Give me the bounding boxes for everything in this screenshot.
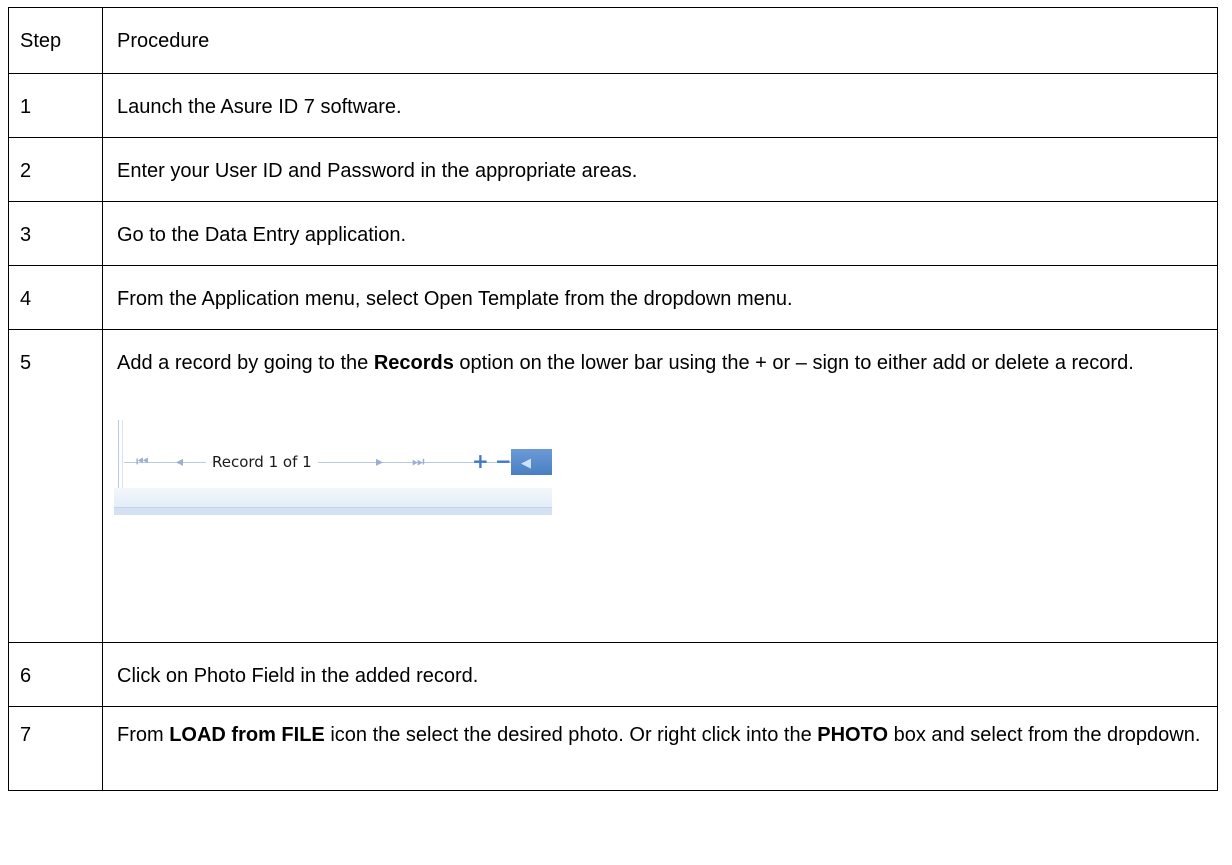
text-segment: Add a record by going to the: [117, 352, 374, 374]
text-segment: option on the lower bar using the + or –…: [453, 352, 1134, 374]
text-segment: From: [117, 724, 170, 746]
header-procedure-label: Procedure: [117, 30, 210, 52]
next-record-icon[interactable]: ▸: [376, 451, 383, 473]
text-segment: icon the select the desired photo. Or ri…: [324, 724, 818, 746]
header-step-label: Step: [20, 30, 62, 52]
step-number: 6: [20, 665, 32, 687]
procedure-text: Go to the Data Entry application.: [117, 224, 407, 246]
bold-term-photo: PHOTO: [817, 724, 889, 746]
table-row: 3 Go to the Data Entry application.: [8, 201, 1218, 266]
step-cell: 2: [8, 137, 103, 202]
record-count-label: Record 1 of 1: [206, 451, 318, 473]
table-row: 6 Click on Photo Field in the added reco…: [8, 642, 1218, 707]
procedure-text: Enter your User ID and Password in the a…: [117, 160, 638, 182]
table-header-row: Step Procedure: [8, 7, 1218, 74]
bold-term-load-from-file: LOAD from FILE: [169, 724, 325, 746]
procedure-text: Click on Photo Field in the added record…: [117, 665, 479, 687]
table-row: 1 Launch the Asure ID 7 software.: [8, 73, 1218, 138]
procedure-text: From the Application menu, select Open T…: [117, 288, 793, 310]
step-number: 1: [20, 96, 32, 118]
panel-border: [118, 420, 119, 492]
step-number: 2: [20, 160, 32, 182]
table-row: 5 Add a record by going to the Records o…: [8, 329, 1218, 643]
record-navigator-screenshot: ⏮ ◂ Record 1 of 1 ▸ ⏭ + − ◀: [114, 420, 552, 515]
procedure-text: From LOAD from FILE icon the select the …: [117, 707, 1205, 747]
previous-record-icon[interactable]: ◂: [176, 451, 183, 473]
procedure-cell: Go to the Data Entry application.: [102, 201, 1218, 266]
step-cell: 1: [8, 73, 103, 138]
step-cell: 6: [8, 642, 103, 707]
step-cell: 3: [8, 201, 103, 266]
procedure-cell: Launch the Asure ID 7 software.: [102, 73, 1218, 138]
step-number: 3: [20, 224, 32, 246]
header-step-cell: Step: [8, 7, 103, 74]
procedure-cell: Add a record by going to the Records opt…: [102, 329, 1218, 643]
last-record-icon[interactable]: ⏭: [412, 451, 425, 473]
step-cell: 7: [8, 706, 103, 791]
panel-border: [122, 420, 123, 492]
procedure-text: Launch the Asure ID 7 software.: [117, 96, 402, 118]
step-cell: 4: [8, 265, 103, 330]
procedure-cell: Enter your User ID and Password in the a…: [102, 137, 1218, 202]
procedure-text: Add a record by going to the Records opt…: [117, 330, 1205, 375]
step-number: 7: [20, 724, 32, 746]
delete-record-icon[interactable]: −: [495, 448, 512, 474]
procedure-cell: Click on Photo Field in the added record…: [102, 642, 1218, 707]
add-record-icon[interactable]: +: [472, 448, 489, 474]
table-row: 7 From LOAD from FILE icon the select th…: [8, 706, 1218, 791]
chevron-left-icon: ◀: [521, 456, 531, 471]
scroll-left-button[interactable]: ◀: [511, 449, 552, 475]
text-segment: box and select from the dropdown.: [888, 724, 1201, 746]
procedure-cell: From the Application menu, select Open T…: [102, 265, 1218, 330]
procedure-table: Step Procedure 1 Launch the Asure ID 7 s…: [8, 7, 1218, 791]
lower-bar-edge: [114, 507, 552, 515]
header-procedure-cell: Procedure: [102, 7, 1218, 74]
table-row: 4 From the Application menu, select Open…: [8, 265, 1218, 330]
first-record-icon[interactable]: ⏮: [136, 451, 149, 473]
step-number: 4: [20, 288, 32, 310]
procedure-cell: From LOAD from FILE icon the select the …: [102, 706, 1218, 791]
bold-term-records: Records: [373, 352, 454, 374]
step-number: 5: [20, 352, 32, 374]
table-row: 2 Enter your User ID and Password in the…: [8, 137, 1218, 202]
step-cell: 5: [8, 329, 103, 643]
